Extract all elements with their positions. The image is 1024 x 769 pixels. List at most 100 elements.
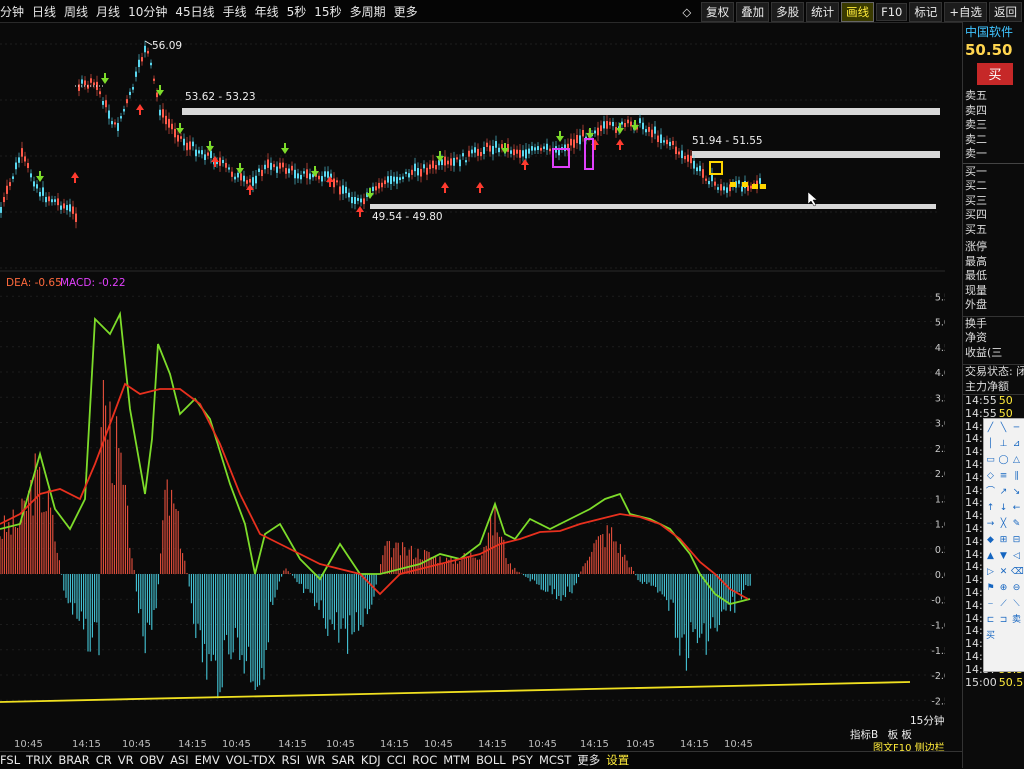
sell-arrow-icon[interactable] xyxy=(281,143,289,154)
draw-tool-icon[interactable]: ⊿ xyxy=(1011,439,1022,449)
indicator-tab-16[interactable]: BOLL xyxy=(476,753,506,767)
period-tab-9[interactable]: 15秒 xyxy=(314,5,341,19)
indicator-tab-14[interactable]: ROC xyxy=(412,753,437,767)
indicator-tab-1[interactable]: TRIX xyxy=(26,753,52,767)
indicator-tab-7[interactable]: EMV xyxy=(195,753,220,767)
sell-arrow-icon[interactable] xyxy=(101,73,109,84)
toolbar-button-6[interactable]: 标记 xyxy=(909,2,942,22)
toolbar-button-2[interactable]: 多股 xyxy=(771,2,804,22)
sell-arrow-icon[interactable] xyxy=(206,141,214,152)
draw-tool-icon[interactable]: ⊟ xyxy=(1011,535,1022,545)
draw-tool-icon[interactable]: ⊥ xyxy=(998,439,1009,449)
draw-tool-icon[interactable]: ─ xyxy=(1011,423,1022,433)
sell-arrow-icon[interactable] xyxy=(556,131,564,142)
indicator-tab-8[interactable]: VOL-TDX xyxy=(226,753,276,767)
indicator-tab-19[interactable]: 更多 xyxy=(577,753,600,767)
buy-arrow-icon[interactable] xyxy=(356,206,364,217)
toolbar-button-5[interactable]: F10 xyxy=(876,3,907,21)
draw-tool-icon[interactable]: ⊞ xyxy=(998,535,1009,545)
sell-arrow-icon[interactable] xyxy=(236,163,244,174)
period-tab-1[interactable]: 日线 xyxy=(32,5,56,19)
indicator-tab-5[interactable]: OBV xyxy=(140,753,164,767)
indicator-tab-17[interactable]: PSY xyxy=(512,753,533,767)
indicator-tab-6[interactable]: ASI xyxy=(170,753,189,767)
sell-arrow-icon[interactable] xyxy=(176,123,184,134)
period-tab-10[interactable]: 多周期 xyxy=(350,5,386,19)
buy-arrow-icon[interactable] xyxy=(211,156,219,167)
draw-tool-icon[interactable]: ╳ xyxy=(998,519,1009,529)
draw-tool-icon[interactable]: ✎ xyxy=(1011,519,1022,529)
price-zone-bar[interactable] xyxy=(182,108,940,115)
draw-tool-icon[interactable]: 卖 xyxy=(1011,615,1022,625)
period-tab-4[interactable]: 10分钟 xyxy=(128,5,167,19)
period-tab-0[interactable]: 分钟 xyxy=(0,5,24,19)
price-zone-bar[interactable] xyxy=(370,204,936,209)
draw-tool-icon[interactable]: ◁ xyxy=(1011,551,1022,561)
sell-arrow-icon[interactable] xyxy=(616,123,624,134)
indicator-tab-12[interactable]: KDJ xyxy=(361,753,381,767)
sell-arrow-icon[interactable] xyxy=(586,128,594,139)
trend-line[interactable] xyxy=(0,682,910,702)
draw-tool-icon[interactable]: ⊏ xyxy=(985,615,996,625)
toolbar-button-8[interactable]: 返回 xyxy=(989,2,1022,22)
draw-tool-icon[interactable]: ▭ xyxy=(985,455,996,465)
draw-tool-icon[interactable]: ⟍ xyxy=(1011,599,1022,609)
draw-tool-icon[interactable]: ↓ xyxy=(998,503,1009,513)
draw-tool-icon[interactable]: ▼ xyxy=(998,551,1009,561)
indicator-tab-15[interactable]: MTM xyxy=(443,753,470,767)
draw-tool-icon[interactable]: ◯ xyxy=(998,455,1009,465)
draw-tool-icon[interactable]: ⚑ xyxy=(985,583,996,593)
buy-arrow-icon[interactable] xyxy=(616,139,624,150)
draw-tool-icon[interactable]: ⌒ xyxy=(985,487,996,497)
buy-arrow-icon[interactable] xyxy=(136,104,144,115)
draw-tool-icon[interactable]: 买 xyxy=(985,631,996,641)
toolbar-button-7[interactable]: +自选 xyxy=(944,2,987,22)
period-tab-2[interactable]: 周线 xyxy=(64,5,88,19)
toolbar-button-1[interactable]: 叠加 xyxy=(736,2,769,22)
draw-tool-icon[interactable]: ╲ xyxy=(998,423,1009,433)
draw-tool-icon[interactable]: ◆ xyxy=(985,535,996,545)
draw-tool-icon[interactable]: ▲ xyxy=(985,551,996,561)
drawing-tools-palette[interactable]: ╱╲─│⊥⊿▭◯△◇≡∥⌒↗↘↑↓←→╳✎◆⊞⊟▲▼◁▷✕⌫⚑⊕⊖⎯⟋⟍⊏⊐卖买 xyxy=(983,418,1024,672)
draw-tool-icon[interactable]: ⟋ xyxy=(998,599,1009,609)
draw-tool-icon[interactable]: ⊖ xyxy=(1011,583,1022,593)
indicator-tab-3[interactable]: CR xyxy=(96,753,112,767)
draw-tool-icon[interactable]: ⌫ xyxy=(1011,567,1022,577)
draw-tool-icon[interactable]: ∥ xyxy=(1011,471,1022,481)
period-tab-11[interactable]: 更多 xyxy=(394,5,418,19)
price-zone-bar[interactable] xyxy=(692,151,940,158)
indicator-tab-4[interactable]: VR xyxy=(118,753,134,767)
draw-tool-icon[interactable]: ← xyxy=(1011,503,1022,513)
draw-tool-icon[interactable]: → xyxy=(985,519,996,529)
indicator-tab-20[interactable]: 设置 xyxy=(606,753,629,767)
draw-tool-icon[interactable]: △ xyxy=(1011,455,1022,465)
draw-tool-icon[interactable]: ╱ xyxy=(985,423,996,433)
buy-arrow-icon[interactable] xyxy=(476,182,484,193)
draw-tool-icon[interactable]: │ xyxy=(985,439,996,449)
indicator-tab-10[interactable]: WR xyxy=(306,753,325,767)
close-icon[interactable]: ◇ xyxy=(678,4,695,20)
buy-arrow-icon[interactable] xyxy=(441,182,449,193)
indicator-tab-2[interactable]: BRAR xyxy=(58,753,89,767)
draw-tool-icon[interactable]: ⊐ xyxy=(998,615,1009,625)
period-tab-7[interactable]: 年线 xyxy=(255,5,279,19)
indicator-tab-11[interactable]: SAR xyxy=(332,753,355,767)
draw-tool-icon[interactable]: ▷ xyxy=(985,567,996,577)
buy-arrow-icon[interactable] xyxy=(521,159,529,170)
indicator-tab-18[interactable]: MCST xyxy=(539,753,571,767)
period-tab-6[interactable]: 手线 xyxy=(223,5,247,19)
draw-tool-icon[interactable]: ↘ xyxy=(1011,487,1022,497)
draw-tool-icon[interactable]: ↗ xyxy=(998,487,1009,497)
draw-tool-icon[interactable]: ◇ xyxy=(985,471,996,481)
period-tab-8[interactable]: 5秒 xyxy=(287,5,307,19)
toolbar-button-3[interactable]: 统计 xyxy=(806,2,839,22)
period-tab-3[interactable]: 月线 xyxy=(96,5,120,19)
price-chart[interactable]: 56.0954.4180.9%52.7361.8%51.6950.6638.2%… xyxy=(0,24,945,272)
macd-chart[interactable]: 5.505.004.504.003.503.002.502.001.501.00… xyxy=(0,274,945,736)
indicator-tab-13[interactable]: CCI xyxy=(387,753,406,767)
buy-button[interactable]: 买 xyxy=(977,63,1013,85)
indicator-tab-0[interactable]: FSL xyxy=(0,753,20,767)
draw-tool-icon[interactable]: ⎯ xyxy=(985,599,996,609)
draw-tool-icon[interactable]: ↑ xyxy=(985,503,996,513)
period-tab-5[interactable]: 45日线 xyxy=(175,5,214,19)
